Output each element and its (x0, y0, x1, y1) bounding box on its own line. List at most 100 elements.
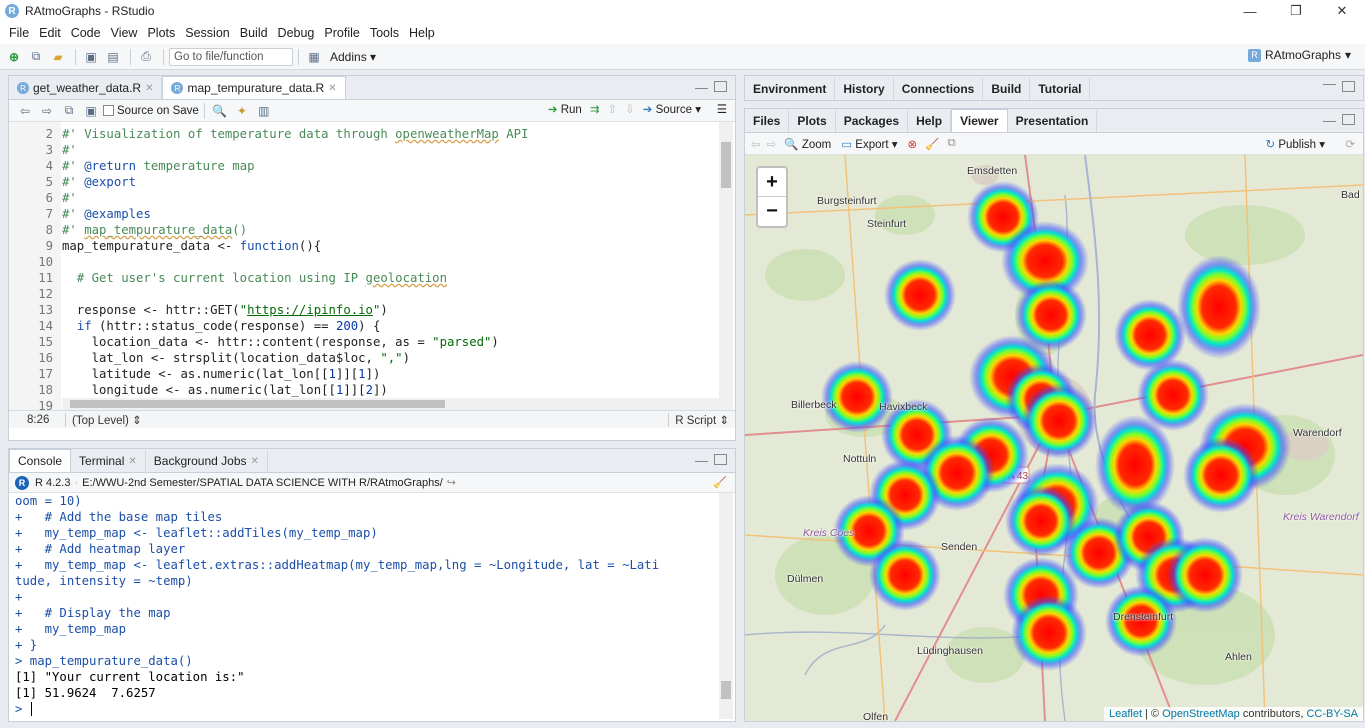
new-file-icon[interactable]: ⊕ (4, 48, 24, 66)
source-on-save-label: Source on Save (117, 104, 199, 117)
publish-button[interactable]: ↻ Publish ▾ (1265, 137, 1325, 151)
save-all-icon[interactable]: ▤ (103, 48, 123, 66)
zoom-button[interactable]: 🔍 Zoom (784, 137, 831, 151)
scope-selector[interactable]: (Top Level) ⇕ (65, 412, 142, 427)
tab-packages[interactable]: Packages (836, 110, 909, 132)
tab-terminal[interactable]: Terminal ✕ (71, 450, 146, 472)
code-line: #' (62, 191, 77, 205)
grid-layout-icon[interactable]: ▦ (304, 48, 324, 66)
tab-presentation[interactable]: Presentation (1008, 110, 1098, 132)
tab-console[interactable]: Console (9, 449, 72, 472)
osm-link[interactable]: OpenStreetMap (1162, 708, 1240, 720)
maximize-pane-icon[interactable] (1342, 81, 1355, 92)
close-tab-icon[interactable]: ✕ (128, 456, 136, 467)
menu-view[interactable]: View (106, 26, 143, 40)
down-icon[interactable]: ⇩ (625, 102, 635, 116)
leaflet-map[interactable]: A 43 Emsdetten Burgsteinfurt Steinfurt B… (745, 155, 1363, 721)
menu-debug[interactable]: Debug (273, 26, 320, 40)
minimize-pane-icon[interactable] (695, 461, 708, 464)
restore-pane-icon[interactable] (1323, 84, 1336, 87)
menu-tools[interactable]: Tools (365, 26, 404, 40)
search-icon[interactable]: 🔍 (210, 102, 230, 120)
tab-tutorial[interactable]: Tutorial (1030, 78, 1091, 100)
close-tab-icon[interactable]: ✕ (145, 83, 153, 94)
menu-code[interactable]: Code (66, 26, 106, 40)
save-icon[interactable]: ▣ (81, 102, 101, 120)
menu-file[interactable]: File (4, 26, 34, 40)
tab-history[interactable]: History (835, 78, 894, 100)
rerun-icon[interactable]: ⇉ (590, 102, 600, 116)
tab-environment[interactable]: Environment (745, 78, 836, 100)
back-icon[interactable]: ⇦ (15, 102, 35, 120)
clear-console-icon[interactable]: 🧹 (713, 476, 727, 489)
close-tab-icon[interactable]: ✕ (328, 83, 336, 94)
zoom-out-button[interactable]: − (758, 197, 786, 226)
export-button[interactable]: ▭ Export ▾ (841, 137, 897, 151)
up-icon[interactable]: ⇧ (607, 102, 617, 116)
forward-icon[interactable]: ⇨ (767, 137, 777, 151)
filetype-selector[interactable]: R Script ⇕ (668, 412, 735, 427)
menu-plots[interactable]: Plots (142, 26, 180, 40)
console-output[interactable]: oom = 10) + # Add the base map tiles + m… (9, 493, 735, 721)
show-in-window-icon[interactable]: ⧉ (59, 102, 79, 120)
close-button[interactable]: ✕ (1319, 0, 1365, 22)
open-file-icon[interactable]: ▰ (48, 48, 68, 66)
print-icon[interactable]: ⎙ (136, 48, 156, 66)
tab-build[interactable]: Build (983, 78, 1031, 100)
menu-help[interactable]: Help (404, 26, 440, 40)
project-menu[interactable]: R RAtmoGraphs ▾ (1247, 48, 1351, 62)
maximize-pane-icon[interactable] (1342, 114, 1355, 125)
tab-viewer[interactable]: Viewer (951, 109, 1008, 132)
tab-connections[interactable]: Connections (894, 78, 984, 100)
minimize-pane-icon[interactable] (1323, 121, 1336, 124)
tab-get-weather-data[interactable]: Rget_weather_data.R ✕ (9, 77, 163, 99)
tab-files[interactable]: Files (745, 110, 790, 132)
goto-dir-icon[interactable]: ↪ (447, 476, 456, 489)
back-icon[interactable]: ⇦ (751, 137, 761, 151)
minimize-pane-icon[interactable] (695, 88, 708, 91)
maximize-pane-icon[interactable] (714, 454, 727, 465)
zoom-in-button[interactable]: + (758, 168, 786, 197)
vertical-scrollbar[interactable] (719, 122, 733, 410)
tab-label: Plots (797, 114, 827, 128)
tab-label: Console (18, 454, 63, 468)
maximize-pane-icon[interactable] (714, 81, 727, 92)
line-number: 12 (38, 287, 53, 301)
code-line: if (httr::status_code(response) == 200) … (76, 319, 381, 333)
remove-icon[interactable]: ⊗ (908, 137, 918, 151)
tab-background-jobs[interactable]: Background Jobs ✕ (146, 450, 268, 472)
line-number: 3 (45, 143, 53, 157)
outline-icon[interactable]: ☰ (717, 102, 727, 116)
code-editor[interactable]: 2 3 4 5 6 7 8 9 10 11 12 13 14 15 16 17 … (9, 122, 735, 410)
source-on-save-checkbox[interactable]: Source on Save (103, 105, 199, 117)
menu-session[interactable]: Session (180, 26, 234, 40)
goto-file-input[interactable]: Go to file/function (169, 47, 293, 66)
close-tab-icon[interactable]: ✕ (251, 456, 259, 467)
addins-button[interactable]: Addins ▾ (330, 50, 376, 64)
compile-report-icon[interactable]: ▥ (254, 102, 274, 120)
working-directory[interactable]: E:/WWU-2nd Semester/SPATIAL DATA SCIENCE… (82, 477, 443, 489)
menu-edit[interactable]: Edit (34, 26, 66, 40)
clear-all-icon[interactable]: 🧹 (925, 137, 939, 151)
minimize-button[interactable]: — (1227, 0, 1273, 22)
horizontal-scrollbar[interactable] (62, 398, 719, 410)
console-prompt[interactable]: > (15, 701, 735, 717)
new-project-icon[interactable]: ⧉ (26, 48, 46, 66)
tab-map-tempurature-data[interactable]: Rmap_tempurature_data.R ✕ (162, 76, 346, 99)
run-button[interactable]: ➔ Run (548, 102, 582, 116)
forward-icon[interactable]: ⇨ (37, 102, 57, 120)
tab-plots[interactable]: Plots (789, 110, 836, 132)
magic-wand-icon[interactable]: ✦ (232, 102, 252, 120)
source-button[interactable]: ➔ Source ▾ (643, 102, 701, 116)
tab-help[interactable]: Help (908, 110, 952, 132)
restore-button[interactable]: ❐ (1273, 0, 1319, 22)
menu-profile[interactable]: Profile (319, 26, 364, 40)
show-in-window-icon[interactable]: ⧉ (947, 137, 955, 150)
menu-build[interactable]: Build (235, 26, 273, 40)
console-scrollbar[interactable] (719, 493, 733, 719)
save-icon[interactable]: ▣ (81, 48, 101, 66)
refresh-icon[interactable]: ⟳ (1345, 137, 1355, 151)
console-line: + } (15, 638, 38, 652)
license-link[interactable]: CC-BY-SA (1306, 708, 1358, 720)
leaflet-link[interactable]: Leaflet (1109, 708, 1142, 720)
